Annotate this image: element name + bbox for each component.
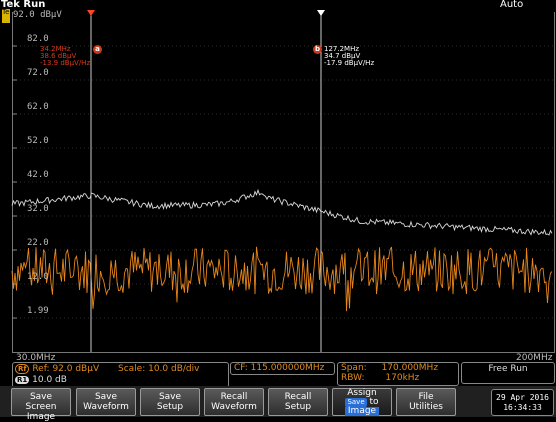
- softkey-line1: Save: [158, 392, 182, 402]
- rbw-label: RBW:: [341, 373, 365, 383]
- softkey-line1: Recall: [220, 392, 248, 402]
- save-screen-image-button[interactable]: Save Screen Image: [11, 388, 71, 422]
- softkey-line1: Recall: [284, 392, 312, 402]
- date-text: 29 Apr 2016: [496, 393, 549, 402]
- save-waveform-button[interactable]: Save Waveform: [76, 388, 136, 416]
- marker-b-badge[interactable]: b: [313, 45, 322, 54]
- softkey-line1: File: [418, 392, 434, 402]
- marker-a-badge[interactable]: a: [93, 45, 102, 54]
- cf-readout: CF: 115.000000MHz: [234, 363, 325, 373]
- marker-a-density: -13.9 dBµV/Hz: [40, 59, 91, 67]
- marker-a-top-icon: [87, 10, 95, 16]
- y-tick-label: 82.0: [27, 34, 49, 44]
- time-text: 16:34:33: [503, 403, 542, 412]
- rbw-value: 170kHz: [385, 373, 420, 383]
- image-tag: Image: [344, 407, 380, 416]
- softkey-line2: Screen Image: [25, 402, 57, 422]
- softkey-line2: Utilities: [409, 402, 443, 412]
- marker-a-readout: 34.2MHz 38.6 dBµV -13.9 dBµV/Hz: [40, 46, 90, 67]
- recall-waveform-button[interactable]: Recall Waveform: [204, 388, 264, 416]
- y-tick-label: 22.0: [27, 238, 49, 248]
- noise-trace: [11, 246, 553, 312]
- span-rbw-panel[interactable]: Span: 170.000MHz RBW: 170kHz: [337, 362, 459, 386]
- softkey-line2: Setup: [156, 402, 184, 412]
- softkey-line2: Waveform: [211, 402, 257, 412]
- center-freq-panel[interactable]: CF: 115.000000MHz: [230, 362, 335, 375]
- marker-b-readout: 127.2MHz 34.7 dBµV -17.9 dBµV/Hz: [324, 46, 374, 67]
- y-tick-label: 32.0: [27, 204, 49, 214]
- r1-tag: R1: [15, 376, 30, 384]
- y-tick-label: 72.0: [27, 68, 49, 78]
- trigger-panel[interactable]: Free Run: [461, 362, 555, 384]
- softkey-line2: Setup: [284, 402, 312, 412]
- y-tick-label: 52.0: [27, 136, 49, 146]
- ref-readout: Ref: 92.0 dBµV: [32, 364, 100, 374]
- y-tick-label: 12.0: [27, 272, 49, 282]
- y-tick-label: 42.0: [27, 170, 49, 180]
- marker-b-density: -17.9 dBµV/Hz: [324, 59, 375, 67]
- span-value: 170.000MHz: [381, 363, 439, 373]
- assign-save-button[interactable]: Assign Save to Image: [332, 388, 392, 416]
- span-label: Span:: [341, 363, 367, 373]
- free-run-label: Free Run: [488, 364, 528, 374]
- softkey-line1: Save: [94, 392, 118, 402]
- rf-tag: Rf: [15, 364, 30, 374]
- r1-readout: 10.0 dB: [32, 375, 67, 385]
- file-utilities-button[interactable]: File Utilities: [396, 388, 456, 416]
- y-tick-label: 1.99: [27, 306, 49, 317]
- marker-b-top-icon: [317, 10, 325, 16]
- softkey-line1: Save: [29, 392, 53, 402]
- softkey-line1: Assign: [347, 388, 377, 398]
- scale-readout: Scale: 10.0 dB/div: [117, 364, 200, 374]
- ref-scale-panel[interactable]: Rf Ref: 92.0 dBµV Scale: 10.0 dB/div R1 …: [12, 362, 229, 388]
- recall-setup-button[interactable]: Recall Setup: [268, 388, 328, 416]
- spectrum-trace: [11, 188, 553, 236]
- y-tick-label: 62.0: [27, 102, 49, 112]
- save-setup-button[interactable]: Save Setup: [140, 388, 200, 416]
- softkey-line2: Waveform: [83, 402, 129, 412]
- datetime-display: 29 Apr 2016 16:34:33: [491, 389, 554, 416]
